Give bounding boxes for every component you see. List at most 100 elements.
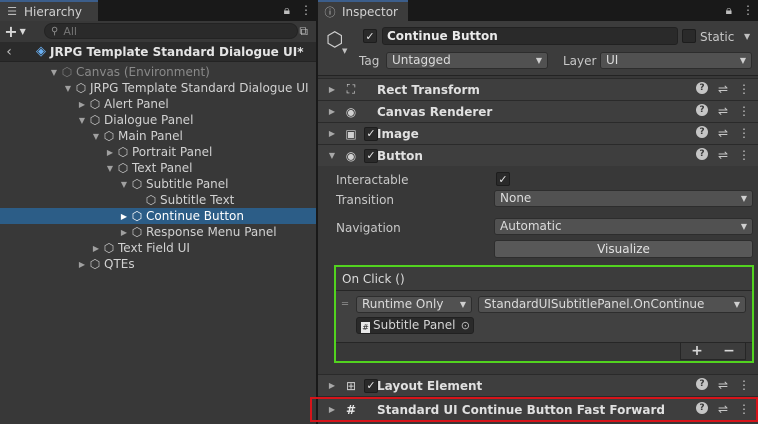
kebab-menu-icon[interactable]: ⋮ bbox=[300, 3, 312, 18]
collapsed-arrow-icon[interactable]: ▶ bbox=[324, 85, 340, 94]
component-image[interactable]: ▶ ▣ ✓ Image ? ⇌ ⋮ bbox=[318, 122, 758, 144]
help-icon[interactable]: ? bbox=[695, 402, 708, 414]
expand-arrow-icon[interactable]: ▼ bbox=[76, 116, 88, 125]
tree-item-response-menu-panel[interactable]: ▶ ⬡ Response Menu Panel bbox=[0, 224, 316, 240]
tree-item-qtes[interactable]: ▶ ⬡ QTEs bbox=[0, 256, 316, 272]
hierarchy-panel: ☰ Hierarchy 🔒︎ ⋮ +▼ ⚲ ⧉ ‹ ◈ JRPG Templat… bbox=[0, 0, 316, 424]
inspector-tab-controls: 🔒︎ ⋮ bbox=[726, 3, 754, 18]
script-icon: # bbox=[345, 402, 357, 417]
help-icon[interactable]: ? bbox=[695, 126, 708, 138]
tree-item-jrpg-ui[interactable]: ▼ ⬡ JRPG Template Standard Dialogue UI bbox=[0, 80, 316, 96]
kebab-menu-icon[interactable]: ⋮ bbox=[738, 402, 750, 416]
runtime-dropdown[interactable]: Runtime Only ▼ bbox=[356, 296, 472, 313]
component-layout-element[interactable]: ▶ ⊞ ✓ Layout Element ? ⇌ ⋮ bbox=[318, 374, 758, 396]
collapsed-arrow-icon[interactable]: ▶ bbox=[76, 100, 88, 109]
kebab-menu-icon[interactable]: ⋮ bbox=[738, 148, 750, 162]
gameobject-header: ⬡ ▼ ✓ Continue Button Static ▼ Tag Untag… bbox=[318, 21, 758, 76]
tree-item-portrait-panel[interactable]: ▶ ⬡ Portrait Panel bbox=[0, 144, 316, 160]
button-enabled-checkbox[interactable]: ✓ bbox=[364, 148, 378, 163]
tab-inspector[interactable]: ⓘ Inspector bbox=[318, 0, 408, 21]
collapsed-arrow-icon[interactable]: ▶ bbox=[324, 405, 340, 414]
presets-icon[interactable]: ⇌ bbox=[718, 126, 728, 140]
tree-item-dialogue-panel[interactable]: ▼ ⬡ Dialogue Panel bbox=[0, 112, 316, 128]
tree-item-label: JRPG Template Standard Dialogue UI bbox=[90, 81, 309, 95]
object-name-field[interactable]: Continue Button bbox=[382, 27, 678, 45]
layout-element-enabled-checkbox[interactable]: ✓ bbox=[364, 378, 378, 393]
tree-item-continue-button[interactable]: ▶ ⬡ Continue Button bbox=[0, 208, 316, 224]
collapsed-arrow-icon[interactable]: ▶ bbox=[324, 381, 340, 390]
expand-arrow-icon[interactable]: ▼ bbox=[104, 164, 116, 173]
image-enabled-checkbox[interactable]: ✓ bbox=[364, 126, 378, 141]
collapsed-arrow-icon[interactable]: ▶ bbox=[324, 107, 340, 116]
layer-dropdown[interactable]: UI ▼ bbox=[600, 52, 752, 69]
drag-handle-icon[interactable]: ═ bbox=[342, 299, 348, 310]
remove-listener-button[interactable]: − bbox=[723, 343, 735, 359]
tree-item-subtitle-panel[interactable]: ▼ ⬡ Subtitle Panel bbox=[0, 176, 316, 192]
presets-icon[interactable]: ⇌ bbox=[718, 104, 728, 118]
search-input[interactable] bbox=[63, 24, 244, 38]
scene-header[interactable]: ‹ ◈ JRPG Template Standard Dialogue UI* bbox=[0, 42, 316, 62]
presets-icon[interactable]: ⇌ bbox=[718, 378, 728, 392]
kebab-menu-icon[interactable]: ⋮ bbox=[742, 3, 754, 18]
visualize-button[interactable]: Visualize bbox=[494, 240, 753, 258]
back-arrow-icon[interactable]: ‹ bbox=[0, 44, 18, 60]
tree-item-alert-panel[interactable]: ▶ ⬡ Alert Panel bbox=[0, 96, 316, 112]
tree-item-main-panel[interactable]: ▼ ⬡ Main Panel bbox=[0, 128, 316, 144]
static-checkbox[interactable] bbox=[682, 29, 696, 43]
interactable-checkbox[interactable]: ✓ bbox=[496, 172, 510, 186]
tree-item-label: Dialogue Panel bbox=[104, 113, 194, 127]
presets-icon[interactable]: ⇌ bbox=[718, 148, 728, 162]
collapsed-arrow-icon[interactable]: ▶ bbox=[104, 148, 116, 157]
tree-item-label: Text Field UI bbox=[118, 241, 190, 255]
collapsed-arrow-icon[interactable]: ▶ bbox=[118, 212, 130, 221]
component-button[interactable]: ▼ ◉ ✓ Button ? ⇌ ⋮ bbox=[318, 144, 758, 166]
help-icon[interactable]: ? bbox=[695, 104, 708, 116]
cube-icon: ⬡ bbox=[131, 177, 143, 191]
help-icon[interactable]: ? bbox=[695, 378, 708, 390]
info-icon: ⓘ bbox=[324, 5, 336, 19]
object-picker-icon[interactable]: ⊙ bbox=[461, 318, 470, 333]
collapsed-arrow-icon[interactable]: ▶ bbox=[324, 129, 340, 138]
kebab-menu-icon[interactable]: ⋮ bbox=[738, 126, 750, 140]
static-dropdown-icon[interactable]: ▼ bbox=[744, 32, 750, 41]
navigation-dropdown[interactable]: Automatic ▼ bbox=[494, 218, 753, 235]
tab-hierarchy[interactable]: ☰ Hierarchy bbox=[0, 0, 98, 21]
presets-icon[interactable]: ⇌ bbox=[718, 82, 728, 96]
help-icon[interactable]: ? bbox=[695, 148, 708, 160]
tree-item-label: QTEs bbox=[104, 257, 135, 271]
function-dropdown[interactable]: StandardUISubtitlePanel.OnContinue ▼ bbox=[478, 296, 746, 313]
tree-item-subtitle-text[interactable]: ⬡ Subtitle Text bbox=[0, 192, 316, 208]
target-object-field[interactable]: # Subtitle Panel ⊙ bbox=[356, 317, 474, 334]
tree-item-label: Response Menu Panel bbox=[146, 225, 277, 239]
kebab-menu-icon[interactable]: ⋮ bbox=[738, 378, 750, 392]
expand-arrow-icon[interactable]: ▼ bbox=[324, 151, 340, 160]
expand-arrow-icon[interactable]: ▼ bbox=[118, 180, 130, 189]
collapsed-arrow-icon[interactable]: ▶ bbox=[76, 260, 88, 269]
lock-icon[interactable]: 🔒︎ bbox=[726, 3, 732, 18]
transition-dropdown[interactable]: None ▼ bbox=[494, 190, 753, 207]
hierarchy-tree: ▼ ⬡ Canvas (Environment) ▼ ⬡ JRPG Templa… bbox=[0, 64, 316, 272]
tree-item-text-panel[interactable]: ▼ ⬡ Text Panel bbox=[0, 160, 316, 176]
collapsed-arrow-icon[interactable]: ▶ bbox=[118, 228, 130, 237]
tree-item-text-field-ui[interactable]: ▶ ⬡ Text Field UI bbox=[0, 240, 316, 256]
active-checkbox[interactable]: ✓ bbox=[363, 29, 377, 43]
help-icon[interactable]: ? bbox=[695, 82, 708, 94]
search-field[interactable]: ⚲ bbox=[44, 23, 298, 39]
component-canvas-renderer[interactable]: ▶ ◉ Canvas Renderer ? ⇌ ⋮ bbox=[318, 100, 758, 122]
tree-item-canvas-environment[interactable]: ▼ ⬡ Canvas (Environment) bbox=[0, 64, 316, 80]
tag-dropdown[interactable]: Untagged ▼ bbox=[386, 52, 548, 69]
lock-icon[interactable]: 🔒︎ bbox=[284, 3, 290, 18]
kebab-menu-icon[interactable]: ⋮ bbox=[738, 82, 750, 96]
eye-icon: ◉ bbox=[345, 104, 357, 119]
kebab-menu-icon[interactable]: ⋮ bbox=[738, 104, 750, 118]
component-rect-transform[interactable]: ▶ ⛶ Rect Transform ? ⇌ ⋮ bbox=[318, 78, 758, 100]
presets-icon[interactable]: ⇌ bbox=[718, 402, 728, 416]
expand-arrow-icon[interactable]: ▼ bbox=[48, 68, 60, 77]
collapsed-arrow-icon[interactable]: ▶ bbox=[90, 244, 102, 253]
component-fast-forward[interactable]: ▶ # Standard UI Continue Button Fast For… bbox=[318, 396, 758, 422]
expand-arrow-icon[interactable]: ▼ bbox=[62, 84, 74, 93]
expand-arrow-icon[interactable]: ▼ bbox=[90, 132, 102, 141]
create-button[interactable]: + ▼ bbox=[0, 21, 30, 41]
add-listener-button[interactable]: + bbox=[691, 343, 703, 359]
scene-filter-icon[interactable]: ⧉ bbox=[299, 24, 308, 39]
